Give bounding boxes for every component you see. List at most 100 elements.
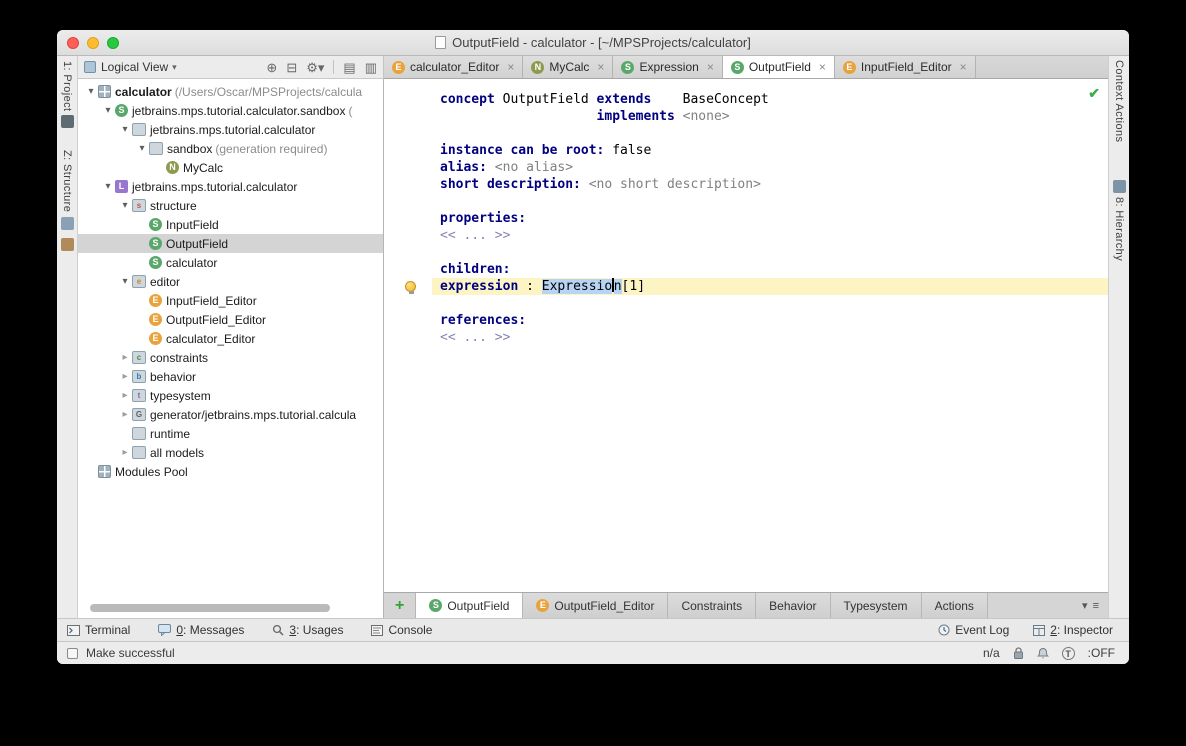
close-tab-icon[interactable]: × [819, 61, 826, 73]
tree-item-jetbrains-mps-tutorial-calculator[interactable]: ▾Ljetbrains.mps.tutorial.calculator [78, 177, 383, 196]
tool-button-hierarchy[interactable]: 8: Hierarchy [1113, 180, 1126, 261]
close-tab-icon[interactable]: × [597, 61, 604, 73]
collapsed-arrow-icon[interactable]: ▸ [118, 443, 132, 462]
horizontal-scrollbar[interactable] [90, 604, 330, 612]
editor-line-11[interactable]: children: [432, 261, 1108, 278]
tree-item-editor[interactable]: ▾eeditor [78, 272, 383, 291]
editor-line-6[interactable]: short description: <no short description… [432, 176, 1108, 193]
expanded-arrow-icon[interactable]: ▾ [118, 120, 132, 139]
expanded-arrow-icon[interactable]: ▾ [101, 177, 115, 196]
expanded-arrow-icon[interactable]: ▾ [118, 196, 132, 215]
code-segment: concept [440, 92, 495, 107]
editor-tab-calculator-editor[interactable]: Ecalculator_Editor× [384, 56, 523, 78]
model-icon [132, 123, 146, 136]
editor-tab-outputfield[interactable]: SOutputField× [723, 56, 835, 78]
tree-item-constraints[interactable]: ▸cconstraints [78, 348, 383, 367]
editor-line-7[interactable] [432, 193, 1108, 210]
editor-line-13[interactable] [432, 295, 1108, 312]
hide-panel-icon[interactable]: ▤ [343, 61, 355, 74]
collapsed-arrow-icon[interactable]: ▸ [118, 405, 132, 424]
tool-button-structure[interactable]: Z: Structure [61, 150, 74, 229]
typesystem-toggle-icon[interactable]: T [1062, 647, 1075, 660]
aspect-tab-behavior[interactable]: Behavior [756, 593, 830, 618]
toolwindow-button-3-usages[interactable]: 3: Usages [272, 623, 343, 637]
editor-line-14[interactable]: references: [432, 312, 1108, 329]
editor-line-9[interactable]: << ... >> [432, 227, 1108, 244]
aspect-tab-outputfield[interactable]: SOutputField [415, 593, 523, 618]
settings-icon[interactable]: ⚙▾ [306, 61, 324, 74]
tree-item-outputfield[interactable]: SOutputField [78, 234, 383, 253]
toolwindow-button-console[interactable]: Console [371, 623, 432, 637]
tree-item-all-models[interactable]: ▸all models [78, 443, 383, 462]
expanded-arrow-icon[interactable]: ▾ [118, 272, 132, 291]
minimize-window-button[interactable] [87, 37, 99, 49]
close-tab-icon[interactable]: × [707, 61, 714, 73]
editor-tab-mycalc[interactable]: NMyCalc× [523, 56, 613, 78]
collapsed-arrow-icon[interactable]: ▸ [118, 348, 132, 367]
tree-item-sandbox[interactable]: ▾sandbox (generation required) [78, 139, 383, 158]
panel-layout-icon[interactable]: ▥ [365, 61, 377, 74]
tree-item-runtime[interactable]: runtime [78, 424, 383, 443]
tab-list-dropdown-icon[interactable]: ▾ ≡ [1082, 599, 1108, 612]
editor-tab-inputfield-editor[interactable]: EInputField_Editor× [835, 56, 976, 78]
add-aspect-button[interactable]: + [384, 598, 415, 614]
tree-item-mycalc[interactable]: NMyCalc [78, 158, 383, 177]
editor-line-4[interactable]: instance can be root: false [432, 142, 1108, 159]
tree-item-inputfield[interactable]: SInputField [78, 215, 383, 234]
expanded-arrow-icon[interactable]: ▾ [101, 101, 115, 120]
notifications-icon[interactable] [1037, 647, 1049, 660]
editor-icon: E [149, 332, 162, 345]
tree-item-modules-pool[interactable]: Modules Pool [78, 462, 383, 481]
status-window-icon[interactable] [67, 648, 78, 659]
aspect-tab-constraints[interactable]: Constraints [668, 593, 756, 618]
tree-item-generator-jetbrains-mps-tutorial-calcula[interactable]: ▸Ggenerator/jetbrains.mps.tutorial.calcu… [78, 405, 383, 424]
tree-item-label: InputField_Editor [166, 294, 257, 308]
aspect-tab-outputfield-editor[interactable]: EOutputField_Editor [523, 593, 668, 618]
collapse-all-icon[interactable]: ⊟ [286, 61, 297, 74]
tree-item-typesystem[interactable]: ▸ttypesystem [78, 386, 383, 405]
collapsed-arrow-icon[interactable]: ▸ [118, 386, 132, 405]
tree-item-calculator[interactable]: ▾calculator (/Users/Oscar/MPSProjects/ca… [78, 82, 383, 101]
tree-item-jetbrains-mps-tutorial-calculator-sandbox[interactable]: ▾Sjetbrains.mps.tutorial.calculator.sand… [78, 101, 383, 120]
toolwindow-button-0-messages[interactable]: 0: Messages [158, 623, 244, 637]
expanded-arrow-icon[interactable]: ▾ [84, 82, 98, 101]
editor-line-12[interactable]: expression : Expression[1] [432, 278, 1108, 295]
tree-item-outputfield-editor[interactable]: EOutputField_Editor [78, 310, 383, 329]
lock-icon[interactable] [1013, 647, 1024, 660]
toolwindow-button-2-inspector[interactable]: 2: Inspector [1033, 623, 1113, 637]
editor-line-8[interactable]: properties: [432, 210, 1108, 227]
intention-bulb-icon[interactable] [405, 281, 416, 292]
aspect-tab-typesystem[interactable]: Typesystem [831, 593, 922, 618]
close-tab-icon[interactable]: × [960, 61, 967, 73]
code-segment: false [604, 143, 651, 158]
expanded-arrow-icon[interactable]: ▾ [135, 139, 149, 158]
editor-line-15[interactable]: << ... >> [432, 329, 1108, 346]
tree-item-inputfield-editor[interactable]: EInputField_Editor [78, 291, 383, 310]
tool-button-project[interactable]: 1: Project [61, 61, 74, 128]
editor-content[interactable]: ✔ concept OutputField extends BaseConcep… [384, 79, 1108, 592]
editor-line-2[interactable]: implements <none> [432, 108, 1108, 125]
toolwindow-button-event-log[interactable]: Event Log [938, 623, 1009, 637]
view-selector[interactable]: Logical View [101, 60, 168, 74]
close-window-button[interactable] [67, 37, 79, 49]
tree-item-structure[interactable]: ▾sstructure [78, 196, 383, 215]
tool-button-context-actions-label: Context Actions [1113, 60, 1125, 142]
tree-item-calculator-editor[interactable]: Ecalculator_Editor [78, 329, 383, 348]
tree-item-jetbrains-mps-tutorial-calculator[interactable]: ▾jetbrains.mps.tutorial.calculator [78, 120, 383, 139]
collapsed-arrow-icon[interactable]: ▸ [118, 367, 132, 386]
editor-line-5[interactable]: alias: <no alias> [432, 159, 1108, 176]
editor-line-10[interactable] [432, 244, 1108, 261]
aspect-tab-actions[interactable]: Actions [922, 593, 988, 618]
tool-button-context-actions[interactable]: Context Actions [1113, 60, 1125, 142]
editor-tab-expression[interactable]: SExpression× [613, 56, 722, 78]
toolwindow-button-terminal[interactable]: Terminal [67, 623, 130, 637]
tree-item-calculator[interactable]: Scalculator [78, 253, 383, 272]
scroll-to-source-icon[interactable]: ⊕ [266, 61, 277, 74]
editor-line-3[interactable] [432, 125, 1108, 142]
close-tab-icon[interactable]: × [507, 61, 514, 73]
tree-item-behavior[interactable]: ▸bbehavior [78, 367, 383, 386]
messages-icon [158, 624, 171, 636]
editor-line-1[interactable]: concept OutputField extends BaseConcept [432, 91, 1108, 108]
tool-stripe-extra-icon[interactable] [61, 238, 74, 251]
zoom-window-button[interactable] [107, 37, 119, 49]
